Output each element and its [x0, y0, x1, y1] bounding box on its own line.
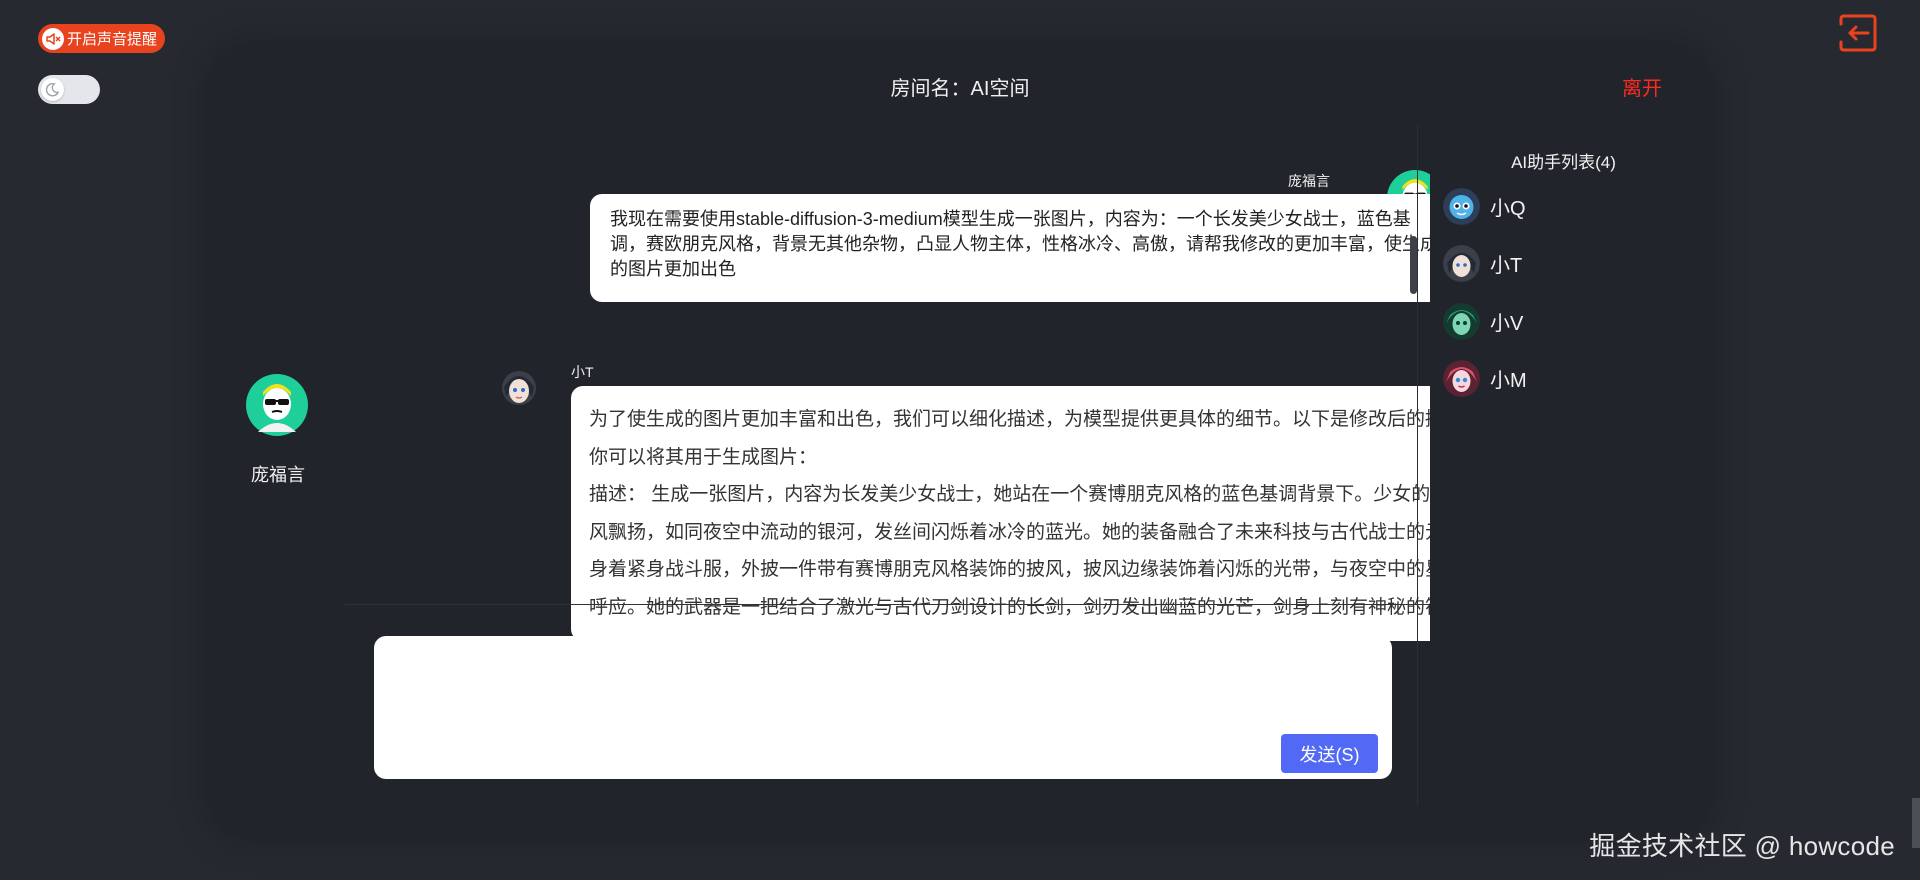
moon-icon	[41, 78, 64, 101]
ai-avatar	[1443, 359, 1480, 397]
ai-list-item[interactable]: 小V	[1443, 301, 1523, 341]
leave-button[interactable]: 离开	[1622, 72, 1662, 101]
ai-name: 小M	[1490, 369, 1527, 392]
ai-list-item[interactable]: 小Q	[1443, 186, 1526, 226]
message-paragraph: 为了使生成的图片更加丰富和出色，我们可以细化描述，为模型提供更具体的细节。以下是…	[589, 409, 1430, 468]
ai-name: 小T	[1490, 254, 1523, 277]
ai-name: 小V	[1490, 312, 1524, 335]
send-button[interactable]: 发送(S)	[1281, 734, 1378, 773]
ai-list-title: AI助手列表(4)	[1511, 153, 1616, 172]
ai-avatar	[1443, 302, 1480, 340]
message-avatar	[500, 367, 538, 409]
room-title: 房间名：AI空间	[890, 78, 1030, 100]
watermark: 掘金技术社区 @ howcode	[1589, 831, 1895, 861]
divider	[345, 604, 1430, 605]
ai-name: 小Q	[1490, 197, 1526, 220]
ai-avatar	[1443, 187, 1480, 225]
message-scrollbar[interactable]	[1410, 236, 1417, 294]
chat-room-panel: 房间名：AI空间 离开 庞福言 庞福言 我现在需要使用stable-diffus…	[210, 46, 1710, 836]
message-list[interactable]: 庞福言 我现在需要使用stable-diffusion-3-medium模型生成…	[345, 122, 1430, 650]
message-bubble-assistant: 为了使生成的图片更加丰富和出色，我们可以细化描述，为模型提供更具体的细节。以下是…	[571, 386, 1430, 641]
ai-list-item[interactable]: 小M	[1443, 358, 1527, 398]
exit-icon[interactable]	[1838, 12, 1878, 54]
edge-indicator	[1912, 798, 1920, 848]
muted-speaker-icon	[42, 27, 64, 50]
message-input[interactable]	[374, 636, 1392, 779]
message-sender-name: 庞福言	[1288, 173, 1330, 189]
theme-toggle[interactable]	[38, 75, 100, 104]
user-avatar	[246, 374, 308, 436]
ai-avatar	[1443, 244, 1480, 282]
message-bubble-user: 我现在需要使用stable-diffusion-3-medium模型生成一张图片…	[590, 194, 1430, 302]
sound-reminder-label: 开启声音提醒	[67, 31, 158, 48]
ai-list-item[interactable]: 小T	[1443, 243, 1522, 283]
user-name: 庞福言	[251, 465, 305, 485]
sound-reminder-button[interactable]: 开启声音提醒	[38, 24, 165, 53]
message-sender-name: 小T	[571, 364, 594, 380]
divider	[1417, 126, 1418, 806]
